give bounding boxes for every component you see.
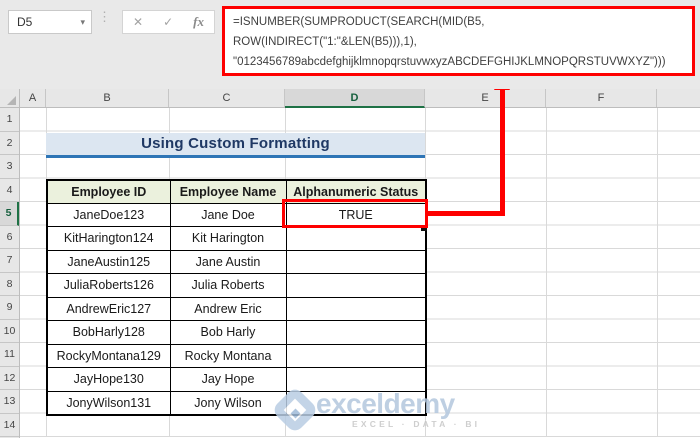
annotation-arrow-shaft	[500, 88, 505, 216]
cell-b7[interactable]: JaneAustin125	[46, 249, 171, 274]
row-header-11[interactable]: 11	[0, 343, 19, 367]
column-header-f[interactable]: F	[546, 89, 657, 107]
sheet-title-cell[interactable]: Using Custom Formatting	[46, 132, 425, 158]
row-header-1[interactable]: 1	[0, 108, 19, 132]
name-box-value: D5	[17, 15, 33, 29]
cell-c13[interactable]: Jony Wilson	[169, 390, 287, 415]
table-row: RockyMontana129 Rocky Montana	[46, 343, 427, 368]
row-header-10[interactable]: 10	[0, 320, 19, 343]
row-header-6[interactable]: 6	[0, 226, 19, 249]
cell-b13[interactable]: JonyWilson131	[46, 390, 171, 415]
column-header-d[interactable]: D	[285, 89, 425, 108]
insert-function-icon[interactable]: fx	[193, 14, 204, 30]
table-row: JuliaRoberts126 Julia Roberts	[46, 273, 427, 298]
cell-d9[interactable]	[285, 296, 427, 321]
cell-b9[interactable]: AndrewEric127	[46, 296, 171, 321]
grid-line	[546, 108, 547, 437]
annotation-arrow-elbow	[428, 211, 505, 216]
name-box[interactable]: D5 ▾	[8, 10, 92, 34]
row-header-column: 1 2 3 4 5 6 7 8 9 10 11 12 13 14	[0, 108, 20, 438]
formula-input[interactable]: =ISNUMBER(SUMPRODUCT(SEARCH(MID(B5, ROW(…	[222, 6, 695, 76]
cell-c5[interactable]: Jane Doe	[169, 202, 287, 227]
row-header-5[interactable]: 5	[0, 202, 19, 226]
table-row: JaneAustin125 Jane Austin	[46, 249, 427, 274]
cell-c9[interactable]: Andrew Eric	[169, 296, 287, 321]
select-all-triangle-icon	[7, 96, 16, 105]
watermark-tagline: EXCEL · DATA · BI	[352, 419, 481, 429]
column-header-a[interactable]: A	[20, 89, 46, 107]
table-row: KitHarington124 Kit Harington	[46, 226, 427, 251]
select-all-corner[interactable]	[0, 89, 20, 107]
cell-b6[interactable]: KitHarington124	[46, 226, 171, 251]
cell-b10[interactable]: BobHarly128	[46, 320, 171, 345]
cell-c7[interactable]: Jane Austin	[169, 249, 287, 274]
d5-highlight-box	[282, 199, 428, 228]
header-employee-name[interactable]: Employee Name	[169, 179, 287, 204]
row-header-12[interactable]: 12	[0, 367, 19, 390]
cell-d11[interactable]	[285, 343, 427, 368]
column-header-e[interactable]: E	[425, 89, 546, 107]
table-row: BobHarly128 Bob Harly	[46, 320, 427, 345]
column-header-c[interactable]: C	[169, 89, 285, 107]
grid-line	[657, 108, 658, 437]
cell-d8[interactable]	[285, 273, 427, 298]
column-header-row: A B C D E F	[0, 89, 700, 108]
cell-c12[interactable]: Jay Hope	[169, 367, 287, 392]
drag-handle-icon: ⋮	[98, 9, 111, 24]
row-header-9[interactable]: 9	[0, 296, 19, 320]
cell-b12[interactable]: JayHope130	[46, 367, 171, 392]
row-header-8[interactable]: 8	[0, 273, 19, 296]
cell-d7[interactable]	[285, 249, 427, 274]
cell-b5[interactable]: JaneDoe123	[46, 202, 171, 227]
cell-d10[interactable]	[285, 320, 427, 345]
row-header-3[interactable]: 3	[0, 155, 19, 179]
chevron-down-icon[interactable]: ▾	[80, 17, 85, 28]
cell-c6[interactable]: Kit Harington	[169, 226, 287, 251]
enter-icon[interactable]: ✓	[163, 15, 173, 29]
row-header-2[interactable]: 2	[0, 132, 19, 155]
column-header-b[interactable]: B	[46, 89, 169, 107]
header-employee-id[interactable]: Employee ID	[46, 179, 171, 204]
formula-buttons: ✕ ✓ fx	[122, 10, 215, 34]
cell-d6[interactable]	[285, 226, 427, 251]
row-header-13[interactable]: 13	[0, 390, 19, 414]
cell-c10[interactable]: Bob Harly	[169, 320, 287, 345]
watermark-brand: exceldemy	[316, 388, 455, 419]
cancel-icon[interactable]: ✕	[133, 15, 143, 29]
excel-screenshot: D5 ▾ ⋮ ✕ ✓ fx =ISNUMBER(SUMPRODUCT(SEARC…	[0, 0, 700, 439]
cell-b11[interactable]: RockyMontana129	[46, 343, 171, 368]
row-header-4[interactable]: 4	[0, 179, 19, 202]
cell-c8[interactable]: Julia Roberts	[169, 273, 287, 298]
cell-c11[interactable]: Rocky Montana	[169, 343, 287, 368]
row-header-7[interactable]: 7	[0, 249, 19, 273]
table-row: AndrewEric127 Andrew Eric	[46, 296, 427, 321]
row-header-14[interactable]: 14	[0, 414, 19, 437]
cell-b8[interactable]: JuliaRoberts126	[46, 273, 171, 298]
